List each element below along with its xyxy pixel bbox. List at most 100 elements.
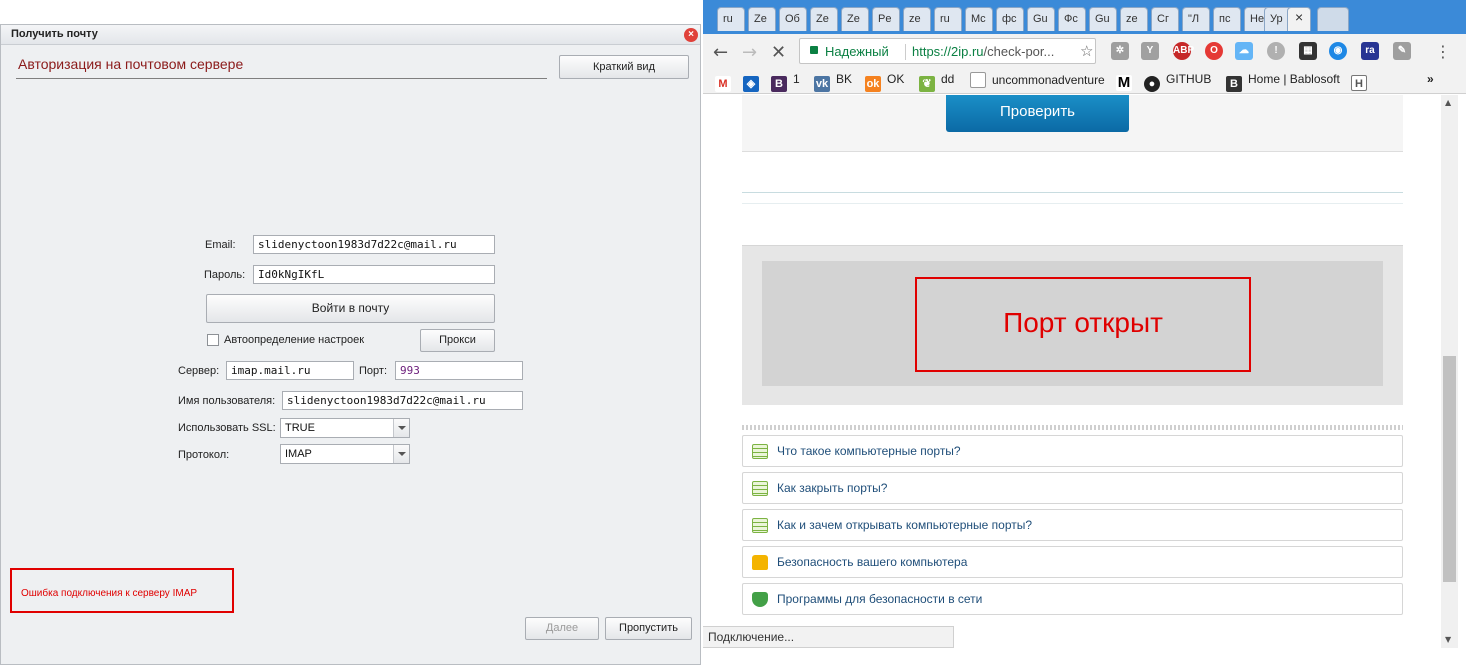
- browser-toolbar: ← → ✕ Надежный https://2ip.ru/check-por.…: [703, 34, 1466, 68]
- ssl-select[interactable]: TRUE: [280, 418, 410, 438]
- tab[interactable]: Mc: [965, 7, 993, 31]
- protocol-label: Протокол:: [178, 449, 230, 461]
- bookmark-m[interactable]: M: [1116, 72, 1138, 91]
- bookmark-vk[interactable]: vk BK: [814, 72, 852, 92]
- server-field[interactable]: imap.mail.ru: [226, 361, 354, 380]
- dialog-title: Получить почту: [11, 28, 98, 40]
- divider: [742, 192, 1403, 193]
- tab[interactable]: Gu: [1027, 7, 1055, 31]
- bookmarks-more-icon[interactable]: »: [1427, 72, 1434, 86]
- url-text: https://2ip.ru/check-por...: [912, 44, 1054, 59]
- skip-button[interactable]: Пропустить: [605, 617, 692, 640]
- tab[interactable]: Ze: [748, 7, 776, 31]
- email-field[interactable]: slidenyctoon1983d7d22c@mail.ru: [253, 235, 495, 254]
- pin-icon[interactable]: ✎: [1393, 42, 1411, 60]
- tab[interactable]: Фс: [1058, 7, 1086, 31]
- tab[interactable]: ru: [717, 7, 745, 31]
- autodetect-checkbox[interactable]: [207, 334, 219, 346]
- scrollbar[interactable]: ▲ ▼: [1441, 95, 1458, 648]
- weather-icon[interactable]: ☁: [1235, 42, 1253, 60]
- close-icon[interactable]: ×: [684, 28, 698, 42]
- bookmark-label: Home | Bablosoft: [1248, 72, 1340, 86]
- tab[interactable]: ze: [903, 7, 931, 31]
- next-button[interactable]: Далее: [525, 617, 599, 640]
- scroll-up-icon[interactable]: ▲: [1445, 98, 1451, 107]
- address-divider: [905, 44, 906, 60]
- password-label: Пароль:: [204, 269, 246, 281]
- bookmark-uncommonadventure[interactable]: uncommonadventure: [970, 72, 1105, 88]
- link-label: Безопасность вашего компьютера: [777, 555, 968, 569]
- tab[interactable]: Сг: [1151, 7, 1179, 31]
- film-icon[interactable]: ▦: [1299, 42, 1317, 60]
- bablosoft-icon: B: [1226, 76, 1242, 92]
- tab[interactable]: пс: [1213, 7, 1241, 31]
- chevron-down-icon[interactable]: [393, 445, 409, 463]
- scrollbar-thumb[interactable]: [1443, 356, 1456, 582]
- page-content: Проверить Порт открыт Что такое компьюте…: [703, 95, 1444, 667]
- bookmark-github[interactable]: ● GITHUB: [1144, 72, 1211, 92]
- username-field[interactable]: slidenyctoon1983d7d22c@mail.ru: [282, 391, 523, 410]
- link-label: Что такое компьютерные порты?: [777, 444, 961, 458]
- forward-icon[interactable]: →: [742, 42, 757, 63]
- tab[interactable]: Ze: [810, 7, 838, 31]
- info-link[interactable]: Как и зачем открывать компьютерные порты…: [742, 509, 1403, 541]
- tab[interactable]: Pe: [872, 7, 900, 31]
- bookmark-bablosoft[interactable]: B Home | Bablosoft: [1226, 72, 1340, 92]
- bookmark-ok[interactable]: ok OK: [865, 72, 904, 92]
- gear-extension-icon[interactable]: ✲: [1111, 42, 1129, 60]
- link-label: Как закрыть порты?: [777, 481, 888, 495]
- tab[interactable]: ze: [1120, 7, 1148, 31]
- tab[interactable]: Ze: [841, 7, 869, 31]
- menu-icon[interactable]: ⋮: [1435, 42, 1451, 61]
- bookmark-dd[interactable]: ❦ dd: [919, 72, 954, 92]
- tab[interactable]: Gu: [1089, 7, 1117, 31]
- dialog-titlebar: Получить почту ×: [1, 25, 700, 45]
- info-link[interactable]: Как закрыть порты?: [742, 472, 1403, 504]
- b-icon: B: [771, 76, 787, 92]
- bookmark-label: BK: [836, 72, 853, 86]
- protocol-value: IMAP: [285, 448, 312, 460]
- url-host: https://2ip.ru: [912, 44, 984, 59]
- bookmark-h[interactable]: H: [1351, 72, 1373, 91]
- close-icon[interactable]: ×: [1295, 9, 1303, 25]
- back-icon[interactable]: ←: [713, 42, 728, 63]
- github-icon: ●: [1144, 76, 1160, 92]
- info-link[interactable]: Что такое компьютерные порты?: [742, 435, 1403, 467]
- document-icon: [752, 444, 768, 459]
- password-field[interactable]: Id0kNgIKfL: [253, 265, 495, 284]
- scroll-down-icon[interactable]: ▼: [1445, 635, 1451, 644]
- check-button[interactable]: Проверить: [946, 95, 1129, 132]
- y-extension-icon[interactable]: Y: [1141, 42, 1159, 60]
- info-link[interactable]: Безопасность вашего компьютера: [742, 546, 1403, 578]
- chevron-down-icon[interactable]: [393, 419, 409, 437]
- info-link[interactable]: Программы для безопасности в сети: [742, 583, 1403, 615]
- bookmark-gmail[interactable]: M: [715, 72, 737, 92]
- bookmark-label: uncommonadventure: [992, 73, 1105, 87]
- new-tab-button[interactable]: [1317, 7, 1349, 31]
- globe-icon[interactable]: ◉: [1329, 42, 1347, 60]
- tab[interactable]: "Л: [1182, 7, 1210, 31]
- bookmark-star-icon[interactable]: ☆: [1080, 42, 1093, 60]
- brief-view-button[interactable]: Краткий вид: [559, 55, 689, 79]
- link-label: Программы для безопасности в сети: [777, 592, 983, 606]
- address-bar[interactable]: Надежный https://2ip.ru/check-por... ☆: [799, 38, 1096, 64]
- port-field[interactable]: 993: [395, 361, 523, 380]
- opera-icon[interactable]: O: [1205, 42, 1223, 60]
- tab[interactable]: ru: [934, 7, 962, 31]
- result-area: Порт открыт: [762, 261, 1383, 386]
- adblock-icon[interactable]: ABP: [1173, 42, 1194, 60]
- bulb-icon[interactable]: !: [1267, 42, 1285, 60]
- login-button[interactable]: Войти в почту: [206, 294, 495, 323]
- bookmark-1[interactable]: B1: [771, 72, 800, 92]
- bookmarks-bar: M ◈ B1 vk BK ok OK ❦ dd uncommonadventure M…: [703, 68, 1466, 94]
- ra-icon[interactable]: ra: [1361, 42, 1379, 60]
- tab[interactable]: фс: [996, 7, 1024, 31]
- proxy-button[interactable]: Прокси: [420, 329, 495, 352]
- browser-window: ru Ze Об Ze Ze Pe ze ru Mc фс Gu Фс Gu z…: [703, 0, 1466, 667]
- stop-icon[interactable]: ✕: [771, 42, 786, 63]
- bookmark-blue[interactable]: ◈: [743, 72, 765, 92]
- blue-icon: ◈: [743, 76, 759, 92]
- check-panel: Проверить: [742, 95, 1403, 152]
- protocol-select[interactable]: IMAP: [280, 444, 410, 464]
- tab[interactable]: Об: [779, 7, 807, 31]
